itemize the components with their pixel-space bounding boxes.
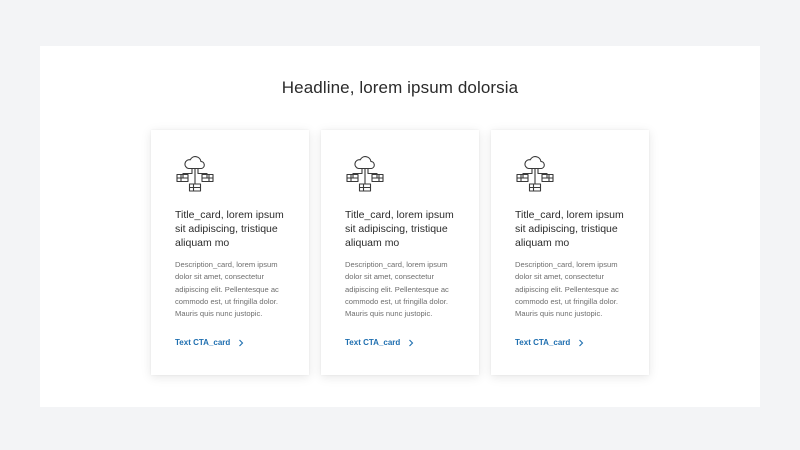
card-cta-label: Text CTA_card xyxy=(345,338,401,348)
card-cta-link[interactable]: Text CTA_card xyxy=(515,338,584,347)
content-panel: Headline, lorem ipsum dolorsia Title_car… xyxy=(40,46,760,407)
card-cta-link[interactable]: Text CTA_card xyxy=(345,338,414,347)
section-headline: Headline, lorem ipsum dolorsia xyxy=(281,78,519,97)
card-row: Title_card, lorem ipsum sit adipiscing, … xyxy=(151,130,650,375)
card-title: Title_card, lorem ipsum sit adipiscing, … xyxy=(175,209,284,249)
card-cta-label: Text CTA_card xyxy=(175,338,231,348)
card-cta-label: Text CTA_card xyxy=(515,338,571,348)
cloud-network-icon xyxy=(176,156,214,192)
chevron-right-icon xyxy=(239,339,244,347)
card-description: Description_card, lorem ipsum dolor sit … xyxy=(515,260,619,319)
cloud-network-icon xyxy=(346,156,384,192)
chevron-right-icon xyxy=(409,339,414,347)
card-cta-link[interactable]: Text CTA_card xyxy=(175,338,244,347)
feature-card: Title_card, lorem ipsum sit adipiscing, … xyxy=(151,130,309,375)
feature-card: Title_card, lorem ipsum sit adipiscing, … xyxy=(321,130,479,375)
card-description: Description_card, lorem ipsum dolor sit … xyxy=(345,260,449,319)
card-title: Title_card, lorem ipsum sit adipiscing, … xyxy=(345,209,454,249)
chevron-right-icon xyxy=(579,339,584,347)
cloud-network-icon xyxy=(516,156,554,192)
feature-card: Title_card, lorem ipsum sit adipiscing, … xyxy=(491,130,649,375)
card-description: Description_card, lorem ipsum dolor sit … xyxy=(175,260,279,319)
card-title: Title_card, lorem ipsum sit adipiscing, … xyxy=(515,209,624,249)
